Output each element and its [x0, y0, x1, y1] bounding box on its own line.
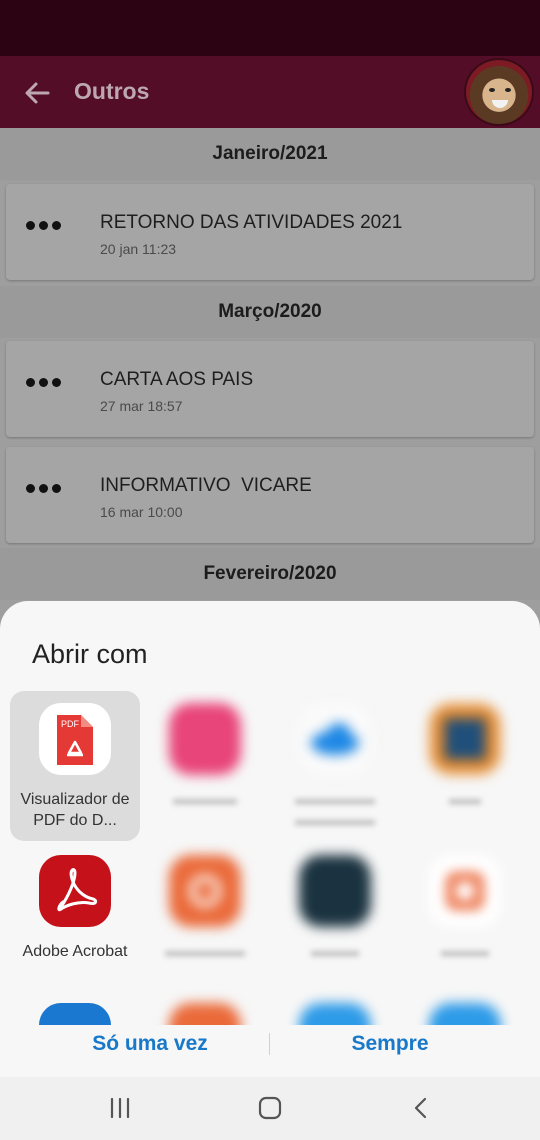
adobe-acrobat-icon: [39, 855, 111, 927]
app-blurred[interactable]: ▬▬▬: [270, 843, 400, 993]
app-partial[interactable]: [400, 991, 530, 1025]
avatar-mouth: [492, 100, 508, 108]
message-list: Janeiro/2021 RETORNO DAS ATIVIDADES 2021…: [0, 128, 540, 608]
month-header: Janeiro/2021: [0, 128, 540, 180]
item-title: CARTA AOS PAIS: [100, 369, 254, 390]
pdf-viewer-icon: PDF: [39, 703, 111, 775]
sheet-title: Abrir com: [32, 639, 148, 669]
blurred-orange-app-icon: [429, 703, 501, 775]
month-header: Fevereiro/2020: [0, 548, 540, 600]
app-partial[interactable]: [10, 991, 140, 1025]
more-dots-icon: [26, 377, 62, 389]
app-label: ▬▬: [449, 791, 481, 808]
avatar-eye: [505, 88, 511, 92]
item-title: RETORNO DAS ATIVIDADES 2021: [100, 212, 403, 233]
open-with-sheet: Abrir com PDF Visualizador de PDF do D..…: [0, 601, 540, 1077]
app-label: ▬▬▬: [441, 943, 489, 960]
more-dots-icon: [26, 220, 62, 232]
app-label: ▬▬▬▬: [173, 791, 237, 808]
always-button[interactable]: Sempre: [280, 1025, 500, 1077]
app-pdf-viewer[interactable]: PDF Visualizador de PDF do D...: [10, 691, 140, 841]
app-partial[interactable]: [140, 991, 270, 1025]
cloud-icon: [299, 703, 371, 775]
item-date: 27 mar 18:57: [100, 398, 183, 414]
app-blurred[interactable]: ▬▬▬▬▬: [140, 843, 270, 993]
app-label: Adobe Acrobat: [22, 943, 128, 960]
avatar-eye: [489, 88, 495, 92]
back-arrow-icon[interactable]: [22, 78, 52, 108]
app-label: ▬▬▬▬▬: [165, 943, 245, 960]
status-bar: [0, 0, 540, 56]
app-label: ▬▬▬: [311, 943, 359, 960]
partial-blue-app-icon: [299, 1003, 371, 1025]
partial-blue-app-icon: [39, 1003, 111, 1025]
just-once-button[interactable]: Só uma vez: [40, 1025, 260, 1077]
item-title: INFORMATIVO VICARE: [100, 475, 312, 496]
item-date: 20 jan 11:23: [100, 241, 177, 257]
avatar[interactable]: [464, 58, 534, 126]
sheet-buttons: Só uma vez Sempre: [0, 1025, 540, 1077]
app-blurred[interactable]: ▬▬▬▬: [140, 691, 270, 841]
recent-apps-icon[interactable]: [105, 1095, 135, 1121]
partial-blue-app-icon: [429, 1003, 501, 1025]
home-icon[interactable]: [255, 1095, 285, 1121]
app-blurred[interactable]: ▬▬▬: [400, 843, 530, 993]
app-label: Visualizador de PDF do D...: [20, 791, 130, 829]
button-divider: [269, 1033, 270, 1055]
svg-text:PDF: PDF: [61, 719, 80, 729]
blurred-orange-app-icon: [169, 855, 241, 927]
item-date: 16 mar 10:00: [100, 504, 183, 520]
app-partial[interactable]: [270, 991, 400, 1025]
month-header: Março/2020: [0, 286, 540, 338]
list-item[interactable]: CARTA AOS PAIS 27 mar 18:57: [6, 341, 534, 437]
list-item[interactable]: RETORNO DAS ATIVIDADES 2021 20 jan 11:23: [6, 184, 534, 280]
navigation-bar: [0, 1077, 540, 1140]
app-label: ▬▬▬▬▬ ▬▬▬▬▬: [295, 791, 375, 829]
more-dots-icon: [26, 483, 62, 495]
partial-orange-app-icon: [169, 1003, 241, 1025]
blurred-pink-app-icon: [169, 703, 241, 775]
page-title: Outros: [74, 78, 150, 104]
list-item[interactable]: INFORMATIVO VICARE 16 mar 10:00: [6, 447, 534, 543]
app-blurred[interactable]: ▬▬: [400, 691, 530, 841]
app-blurred[interactable]: ▬▬▬▬▬ ▬▬▬▬▬: [270, 691, 400, 841]
office-icon: [429, 855, 501, 927]
blurred-dark-app-icon: [299, 855, 371, 927]
app-grid: PDF Visualizador de PDF do D... ▬▬▬▬ ▬▬▬…: [0, 691, 540, 1025]
app-adobe-acrobat[interactable]: Adobe Acrobat: [10, 843, 140, 993]
back-icon[interactable]: [407, 1095, 437, 1121]
app-bar: Outros: [0, 56, 540, 128]
